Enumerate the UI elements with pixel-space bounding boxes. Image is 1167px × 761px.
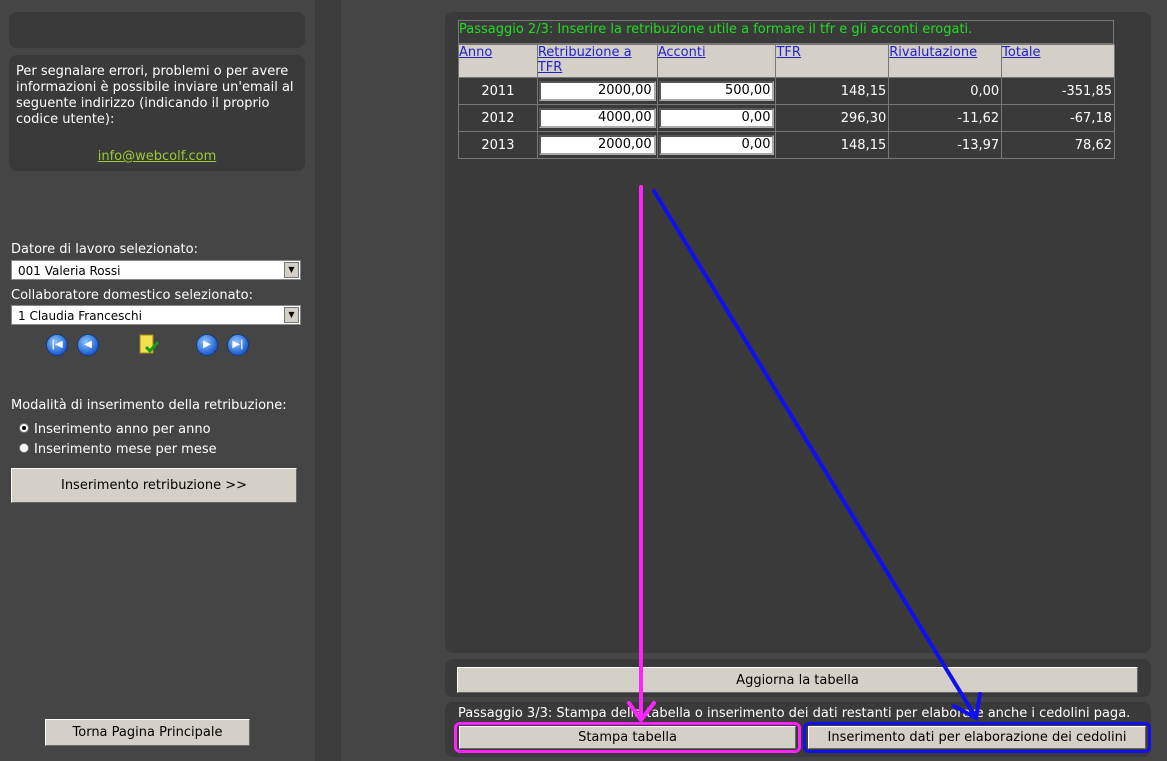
annotation-arrows (627, 185, 982, 724)
blue-arrow (652, 189, 982, 722)
magenta-arrow (627, 185, 656, 724)
